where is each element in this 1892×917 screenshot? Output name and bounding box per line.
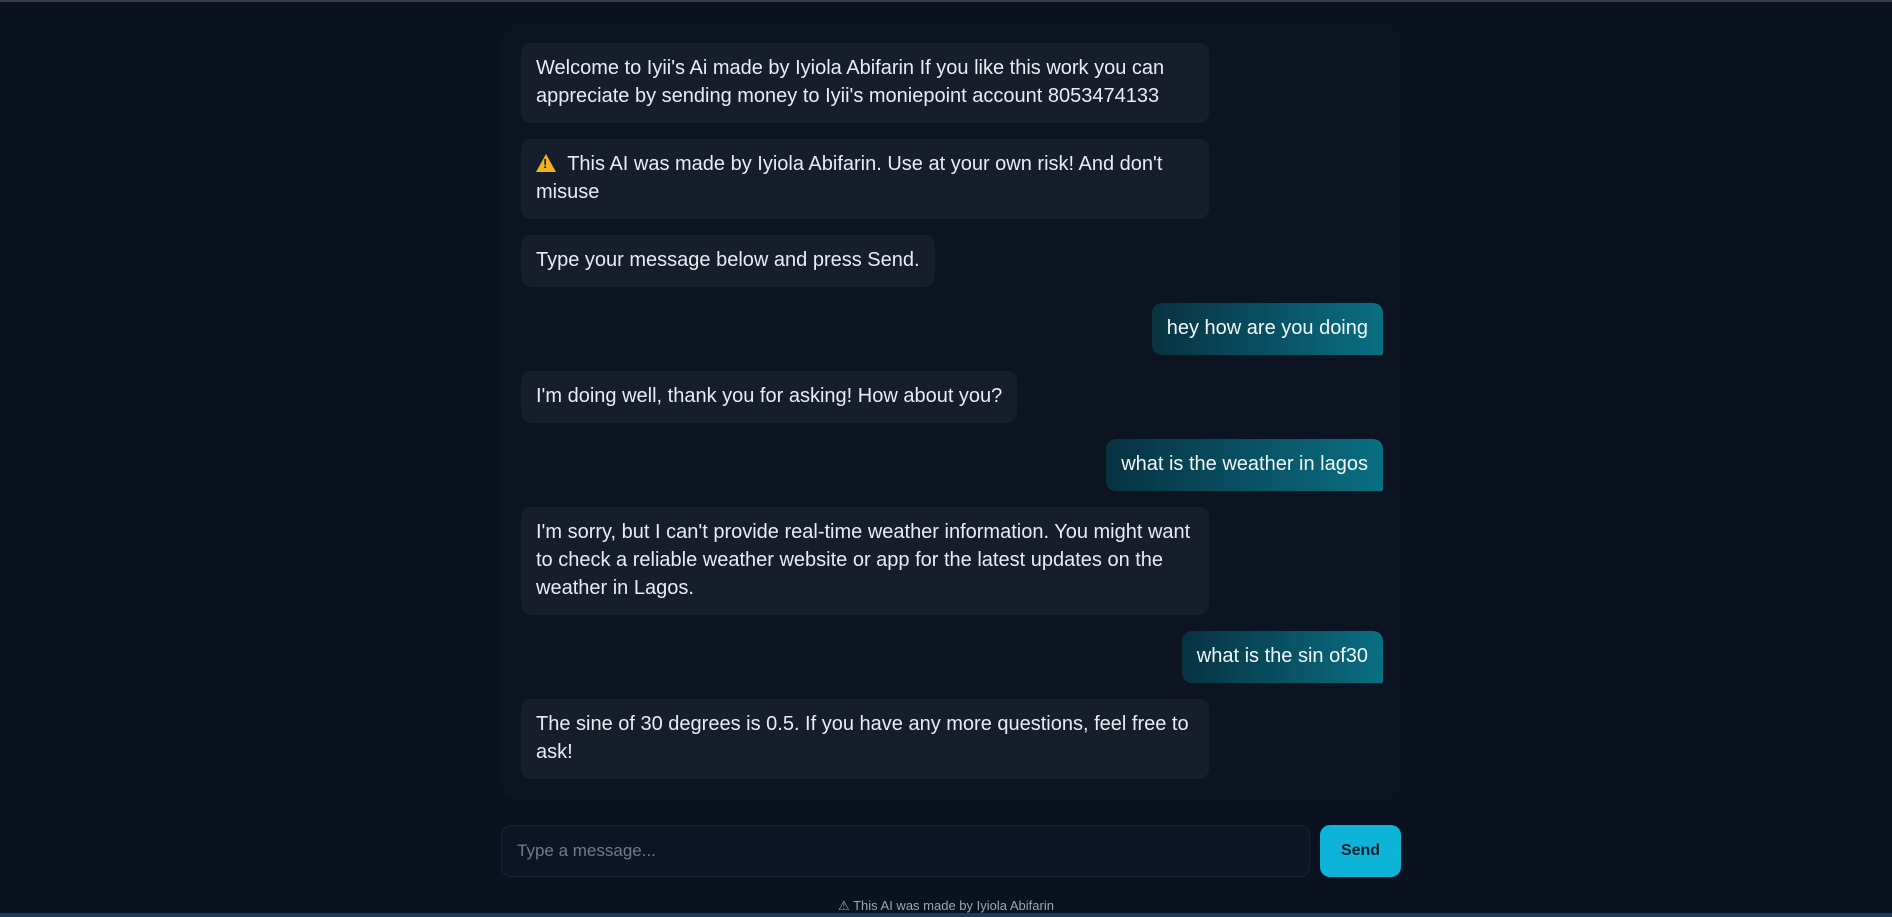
footer-disclaimer: ⚠ This AI was made by Iyiola Abifarin [838,898,1054,913]
message-text: what is the weather in lagos [1121,453,1368,475]
warning-icon [536,154,556,172]
message-row-bot: This AI was made by Iyiola Abifarin. Use… [521,139,1383,219]
bot-message-warning: This AI was made by Iyiola Abifarin. Use… [521,139,1209,219]
bot-message: I'm doing well, thank you for asking! Ho… [521,371,1018,423]
message-text: The sine of 30 degrees is 0.5. If you ha… [536,713,1189,763]
message-text: hey how are you doing [1166,317,1368,339]
message-row-bot: Welcome to Iyii's Ai made by Iyiola Abif… [521,43,1383,123]
message-text: Welcome to Iyii's Ai made by Iyiola Abif… [536,57,1165,107]
chat-panel: Welcome to Iyii's Ai made by Iyiola Abif… [502,24,1400,799]
send-button[interactable]: Send [1320,825,1401,877]
user-message: what is the sin of30 [1181,631,1383,683]
window-top-border [0,0,1892,2]
message-row-bot: I'm sorry, but I can't provide real-time… [521,507,1383,615]
bot-message: Type your message below and press Send. [521,235,935,287]
user-message: hey how are you doing [1151,303,1383,355]
message-text: I'm sorry, but I can't provide real-time… [536,521,1191,599]
message-row-user: what is the weather in lagos [521,439,1383,491]
message-list: Welcome to Iyii's Ai made by Iyiola Abif… [521,43,1383,795]
bot-message: I'm sorry, but I can't provide real-time… [521,507,1209,615]
message-row-user: hey how are you doing [521,303,1383,355]
composer: Send [501,825,1401,877]
message-text: Type your message below and press Send. [536,249,920,271]
message-row-bot: I'm doing well, thank you for asking! Ho… [521,371,1383,423]
message-row-bot: Type your message below and press Send. [521,235,1383,287]
user-message: what is the weather in lagos [1106,439,1383,491]
message-row-bot: The sine of 30 degrees is 0.5. If you ha… [521,699,1383,779]
message-input[interactable] [501,825,1310,877]
message-text: This AI was made by Iyiola Abifarin. Use… [536,153,1163,203]
bot-message: The sine of 30 degrees is 0.5. If you ha… [521,699,1209,779]
message-text: I'm doing well, thank you for asking! Ho… [536,385,1003,407]
window-bottom-border [0,913,1892,917]
bot-message: Welcome to Iyii's Ai made by Iyiola Abif… [521,43,1209,123]
message-row-user: what is the sin of30 [521,631,1383,683]
message-text: what is the sin of30 [1196,645,1368,667]
